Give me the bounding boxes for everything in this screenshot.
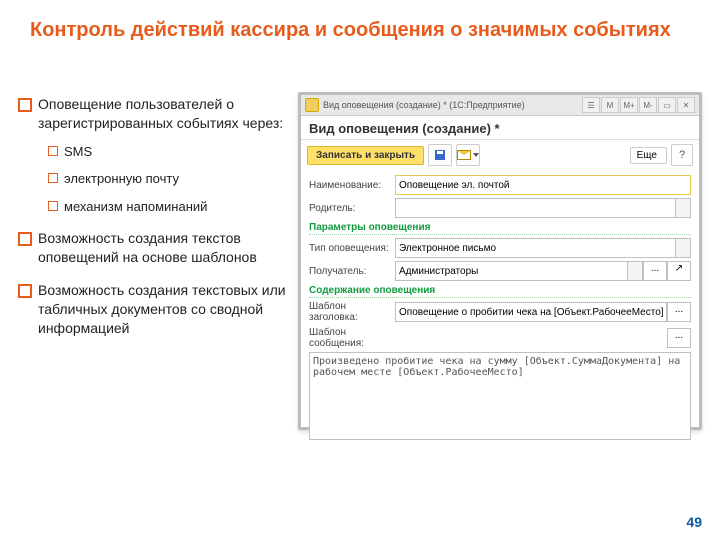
type-field[interactable] — [395, 238, 676, 258]
m-plus-button[interactable]: M+ — [620, 97, 638, 113]
form-body: Наименование: Родитель: Параметры оповещ… — [301, 170, 699, 449]
slide-title: Контроль действий кассира и сообщения о … — [0, 0, 720, 50]
recipient-field[interactable] — [395, 261, 628, 281]
chevron-down-icon — [473, 153, 479, 157]
m-button[interactable]: M — [601, 97, 619, 113]
parent-dropdown-button[interactable] — [676, 198, 691, 218]
name-label: Наименование: — [309, 180, 395, 191]
minimize-button[interactable]: ▭ — [658, 97, 676, 113]
m-minus-button[interactable]: M- — [639, 97, 657, 113]
envelope-icon — [457, 150, 471, 160]
close-button[interactable]: ✕ — [677, 97, 695, 113]
list-item: механизм напоминаний — [38, 198, 290, 216]
form-heading: Вид оповещения (создание) * — [309, 121, 691, 136]
list-item: SMS — [38, 143, 290, 161]
floppy-icon — [435, 150, 445, 160]
recipient-dropdown-button[interactable] — [628, 261, 643, 281]
parent-label: Родитель: — [309, 203, 395, 214]
titlebar-buttons: ☰ M M+ M- ▭ ✕ — [582, 97, 695, 113]
body-browse-button[interactable]: ... — [667, 328, 691, 348]
window-header: Вид оповещения (создание) * — [301, 116, 699, 140]
section-params: Параметры оповещения — [309, 222, 691, 235]
help-button[interactable]: ? — [671, 144, 693, 166]
window-title: Вид оповещения (создание) * (1С:Предприя… — [323, 100, 582, 110]
page-number: 49 — [686, 514, 702, 530]
subject-template-field[interactable] — [395, 302, 667, 322]
mail-dropdown-button[interactable] — [456, 144, 480, 166]
parent-field[interactable] — [395, 198, 676, 218]
bullet-text: Оповещение пользователей о зарегистриров… — [38, 96, 283, 131]
save-and-close-button[interactable]: Записать и закрыть — [307, 146, 424, 165]
app-icon — [305, 98, 319, 112]
type-dropdown-button[interactable] — [676, 238, 691, 258]
subject-browse-button[interactable]: ... — [667, 302, 691, 322]
bullet-list: Оповещение пользователей о зарегистриров… — [10, 95, 290, 352]
calc-icon[interactable]: ☰ — [582, 97, 600, 113]
body-template-field[interactable] — [309, 352, 691, 440]
name-field[interactable] — [395, 175, 691, 195]
recipient-browse-button[interactable]: ... — [643, 261, 667, 281]
subject-template-label: Шаблон заголовка: — [309, 301, 395, 323]
more-button[interactable]: Еще — [630, 147, 667, 164]
type-label: Тип оповещения: — [309, 243, 395, 254]
list-item: электронную почту — [38, 170, 290, 188]
toolbar: Записать и закрыть Еще ? — [301, 140, 699, 170]
recipient-open-button[interactable]: ↗ — [667, 261, 691, 281]
section-content: Содержание оповещения — [309, 285, 691, 298]
titlebar: Вид оповещения (создание) * (1С:Предприя… — [301, 95, 699, 116]
more-label: Еще — [637, 150, 657, 161]
save-button[interactable] — [428, 144, 452, 166]
body-template-label: Шаблон сообщения: — [309, 327, 395, 349]
recipient-label: Получатель: — [309, 266, 395, 277]
list-item: Оповещение пользователей о зарегистриров… — [10, 95, 290, 215]
list-item: Возможность создания текстов оповещений … — [10, 229, 290, 267]
app-window: Вид оповещения (создание) * (1С:Предприя… — [298, 92, 702, 430]
list-item: Возможность создания текстовых или табли… — [10, 281, 290, 338]
